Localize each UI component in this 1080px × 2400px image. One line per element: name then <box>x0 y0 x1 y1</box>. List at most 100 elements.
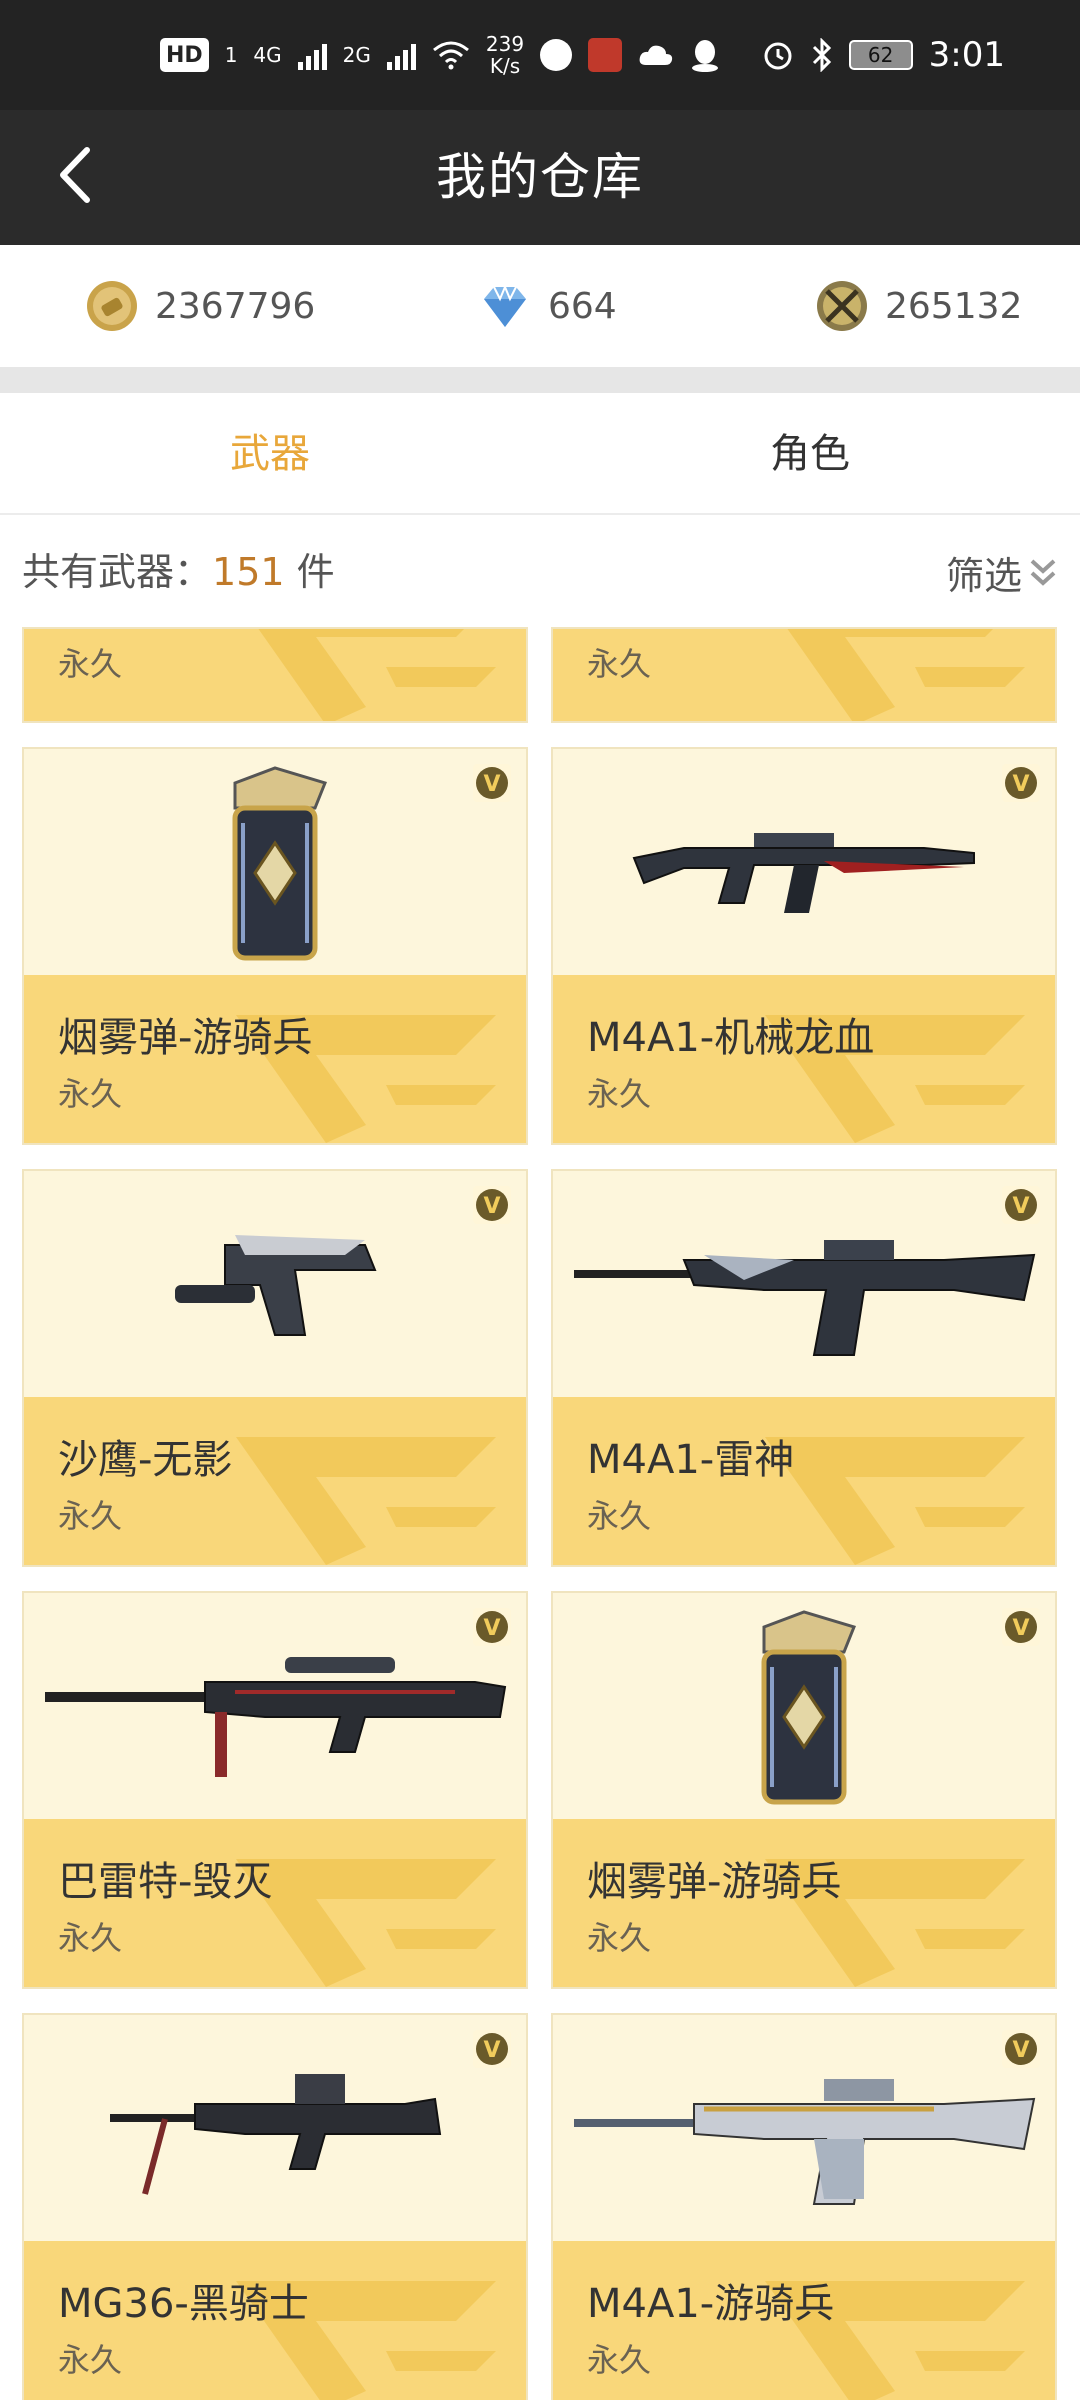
weapon-card[interactable]: 巴雷特-毁灭 永久 V <box>22 1591 528 1989</box>
smoke-grenade-icon <box>761 1610 857 1805</box>
weapon-card[interactable]: 烟雾弹-游骑兵 永久 V <box>22 747 528 1145</box>
speed-value: 239 <box>485 32 525 56</box>
app-notification-icon <box>540 39 573 71</box>
item-name: M4A1-游骑兵 <box>587 2281 835 2327</box>
item-image <box>24 1171 526 1399</box>
sniper-rifle-icon <box>45 1657 507 1777</box>
item-name: MG36-黑骑士 <box>58 2281 309 2327</box>
weapon-card-partial[interactable]: 永久 <box>551 627 1057 723</box>
signal-icon-2 <box>386 40 416 70</box>
item-duration: 永久 <box>58 1497 123 1535</box>
item-duration: 永久 <box>587 2341 652 2379</box>
item-image <box>553 749 1055 977</box>
svg-text:V: V <box>483 2038 500 2063</box>
vip-badge-icon: V <box>473 1608 511 1646</box>
svg-text:V: V <box>1012 2038 1029 2063</box>
vip-badge-icon: V <box>1002 764 1040 802</box>
hd-icon: HD <box>160 38 209 72</box>
item-image <box>24 2015 526 2243</box>
item-duration: 永久 <box>58 1075 123 1113</box>
weapon-card[interactable]: M4A1-雷神 永久 V <box>551 1169 1057 1567</box>
svg-text:V: V <box>1012 772 1029 797</box>
count-prefix: 共有武器： <box>22 550 213 594</box>
item-name: 沙鹰-无影 <box>58 1437 233 1483</box>
item-image <box>553 1593 1055 1821</box>
sim-index: 1 <box>224 43 238 67</box>
card-info: 沙鹰-无影 永久 <box>24 1397 526 1565</box>
pistol-icon <box>175 1235 377 1336</box>
item-image <box>24 1593 526 1821</box>
status-right: 62 3:01 <box>761 35 1005 75</box>
summary-row: 共有武器：151 件 筛选 <box>0 517 1080 627</box>
vip-badge-icon: V <box>473 2030 511 2068</box>
network-2g: 2G <box>342 43 371 67</box>
item-duration: 永久 <box>587 645 652 683</box>
item-name: M4A1-雷神 <box>587 1437 795 1483</box>
weapon-card[interactable]: M4A1-游骑兵 永久 V <box>551 2013 1057 2400</box>
weapon-card[interactable]: M4A1-机械龙血 永久 V <box>551 747 1057 1145</box>
page-title: 我的仓库 <box>436 148 644 206</box>
rifle-icon <box>574 1240 1036 1356</box>
weapon-card[interactable]: 烟雾弹-游骑兵 永久 V <box>551 1591 1057 1989</box>
item-duration: 永久 <box>587 1497 652 1535</box>
card-info: 永久 <box>24 629 526 721</box>
card-info: M4A1-雷神 永久 <box>553 1397 1055 1565</box>
diamond-amount: 664 <box>548 285 617 327</box>
wifi-icon <box>432 41 469 70</box>
double-chevron-down-icon <box>1030 559 1056 586</box>
smoke-grenade-icon <box>232 766 328 961</box>
vip-badge-icon: V <box>473 1186 511 1224</box>
svg-text:V: V <box>1012 1194 1029 1219</box>
card-info: M4A1-游骑兵 永久 <box>553 2241 1055 2400</box>
item-duration: 永久 <box>587 1919 652 1957</box>
count-suffix: 件 <box>296 550 335 594</box>
battery-icon: 62 <box>848 40 913 70</box>
status-bar: HD 1 4G 2G 239 K/s 62 3:01 <box>0 0 1080 110</box>
weapon-card[interactable]: 沙鹰-无影 永久 V <box>22 1169 528 1567</box>
tab-characters[interactable]: 角色 <box>540 393 1080 515</box>
app-badge-icon <box>588 38 623 72</box>
vip-badge-icon: V <box>1002 1608 1040 1646</box>
qq-icon <box>692 40 719 72</box>
item-name: 巴雷特-毁灭 <box>58 1859 273 1905</box>
app-header: 我的仓库 <box>0 110 1080 245</box>
item-duration: 永久 <box>587 1075 652 1113</box>
cf-logo-watermark <box>787 629 1025 721</box>
weapon-grid: 永久 永久 烟雾弹-游骑兵 永久 V M4A1-机械龙血 永久 V 沙鹰-无影 … <box>0 627 1080 2400</box>
weapon-card[interactable]: MG36-黑骑士 永久 V <box>22 2013 528 2400</box>
vip-badge-icon: V <box>473 764 511 802</box>
medal-amount: 265132 <box>885 285 1023 327</box>
tab-weapons[interactable]: 武器 <box>0 393 540 515</box>
gold-coin-icon <box>87 281 137 331</box>
item-name: 烟雾弹-游骑兵 <box>587 1859 842 1905</box>
item-image <box>553 1171 1055 1399</box>
rifle-icon <box>574 2079 1036 2205</box>
gold-balance: 2367796 <box>85 245 315 367</box>
bluetooth-icon <box>812 38 831 72</box>
svg-text:V: V <box>483 772 500 797</box>
network-4g: 4G <box>253 43 282 67</box>
card-info: 永久 <box>553 629 1055 721</box>
speed-unit: K/s <box>489 54 521 78</box>
filter-label: 筛选 <box>945 553 1022 598</box>
filter-button[interactable]: 筛选 <box>946 517 1058 627</box>
item-name: 烟雾弹-游骑兵 <box>58 1015 313 1061</box>
svg-text:V: V <box>1012 1616 1029 1641</box>
cf-logo-watermark <box>236 1437 496 1565</box>
card-info: 烟雾弹-游骑兵 永久 <box>553 1819 1055 1987</box>
item-duration: 永久 <box>58 645 123 683</box>
card-info: 烟雾弹-游骑兵 永久 <box>24 975 526 1143</box>
card-info: M4A1-机械龙血 永久 <box>553 975 1055 1143</box>
weapon-card-partial[interactable]: 永久 <box>22 627 528 723</box>
cf-logo-watermark <box>258 629 496 721</box>
item-duration: 永久 <box>58 2341 123 2379</box>
count-number: 151 <box>212 550 285 594</box>
crossed-swords-medal-icon <box>817 281 867 331</box>
section-divider <box>0 367 1080 393</box>
item-image <box>24 749 526 977</box>
status-left: HD 1 4G 2G 239 K/s <box>160 33 720 77</box>
clock: 3:01 <box>928 35 1005 75</box>
currency-bar: 2367796 664 265132 <box>0 245 1080 367</box>
vip-badge-icon: V <box>1002 1186 1040 1224</box>
cloud-icon <box>639 45 673 65</box>
